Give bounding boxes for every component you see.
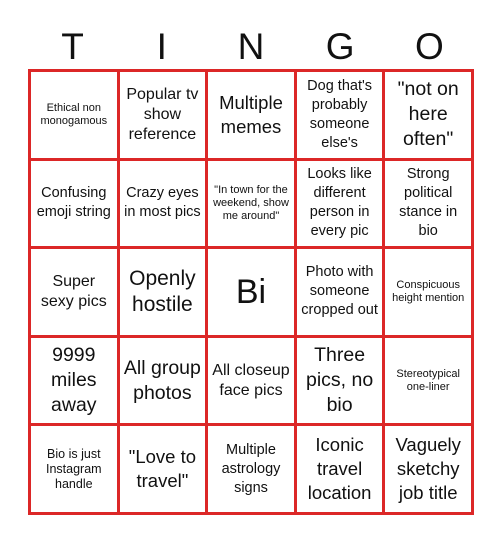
bingo-cell[interactable]: Photo with someone cropped out — [296, 249, 383, 335]
header-letter-t: T — [61, 26, 84, 67]
cell-text: Vaguely sketchy job title — [395, 434, 461, 504]
bingo-cell[interactable]: "Love to travel" — [119, 426, 206, 512]
cell-text: All closeup face pics — [212, 361, 290, 399]
cell-text: Dog that's probably someone else's — [307, 77, 373, 151]
cell-text: Looks like different person in every pic — [307, 166, 372, 240]
cell-text: "Love to travel" — [128, 446, 197, 492]
cell-text: Photo with someone cropped out — [301, 264, 378, 319]
free-space[interactable]: Bi — [208, 249, 294, 335]
header-letter-o: O — [415, 26, 444, 67]
cell-text: Conspicuous height mention — [392, 278, 465, 304]
cell-text: 9999 miles away — [51, 344, 97, 417]
bingo-cell[interactable]: Multiple astrology signs — [208, 426, 294, 512]
cell-text: Confusing emoji string — [36, 185, 111, 221]
bingo-cell[interactable]: Stereotypical one-liner — [385, 337, 471, 424]
cell-text: Bio is just Instagram handle — [46, 446, 102, 491]
bingo-cell[interactable]: Strong political stance in bio — [385, 160, 471, 247]
cell-text: Strong political stance in bio — [399, 166, 458, 240]
header-letter-i: I — [156, 26, 167, 67]
bingo-cell[interactable]: Openly hostile — [119, 249, 206, 335]
cell-text: Bi — [235, 272, 267, 311]
bingo-cell[interactable]: "not on here often" — [385, 72, 471, 158]
cell-text: Stereotypical one-liner — [396, 367, 460, 393]
bingo-cell[interactable]: All closeup face pics — [208, 337, 294, 424]
cell-text: Iconic travel location — [307, 434, 372, 504]
bingo-cell[interactable]: Multiple memes — [208, 72, 294, 158]
cell-text: All group photos — [123, 356, 201, 404]
bingo-cell[interactable]: Crazy eyes in most pics — [119, 160, 206, 247]
cell-text: Openly hostile — [129, 266, 196, 316]
bingo-cell[interactable]: Ethical non monogamous — [31, 72, 117, 158]
bingo-cell[interactable]: Looks like different person in every pic — [296, 160, 383, 247]
cell-text: Crazy eyes in most pics — [124, 185, 201, 221]
bingo-grid: Ethical non monogamous Popular tv show r… — [28, 69, 474, 515]
bingo-cell[interactable]: "In town for the weekend, show me around… — [208, 160, 294, 247]
cell-text: Popular tv show reference — [126, 85, 199, 143]
bingo-cell[interactable]: Vaguely sketchy job title — [385, 426, 471, 512]
bingo-cell[interactable]: Confusing emoji string — [31, 160, 117, 247]
cell-text: "not on here often" — [397, 78, 459, 151]
cell-text: Three pics, no bio — [305, 344, 374, 417]
cell-text: Multiple memes — [219, 91, 283, 137]
bingo-cell[interactable]: Conspicuous height mention — [385, 249, 471, 335]
cell-text: Ethical non monogamous — [40, 101, 108, 127]
bingo-header: T I N G O — [28, 26, 474, 68]
bingo-cell[interactable]: Super sexy pics — [31, 249, 117, 335]
header-letter-g: G — [325, 26, 355, 67]
cell-text: Super sexy pics — [40, 272, 107, 310]
cell-text: "In town for the weekend, show me around… — [213, 183, 289, 222]
bingo-cell[interactable]: 9999 miles away — [31, 337, 117, 424]
bingo-cell[interactable]: Iconic travel location — [296, 426, 383, 512]
cell-text: Multiple astrology signs — [221, 441, 281, 496]
header-letter-n: N — [237, 26, 265, 67]
bingo-cell[interactable]: All group photos — [119, 337, 206, 424]
bingo-cell[interactable]: Dog that's probably someone else's — [296, 72, 383, 158]
bingo-cell[interactable]: Three pics, no bio — [296, 337, 383, 424]
bingo-cell[interactable]: Bio is just Instagram handle — [31, 426, 117, 512]
bingo-cell[interactable]: Popular tv show reference — [119, 72, 206, 158]
